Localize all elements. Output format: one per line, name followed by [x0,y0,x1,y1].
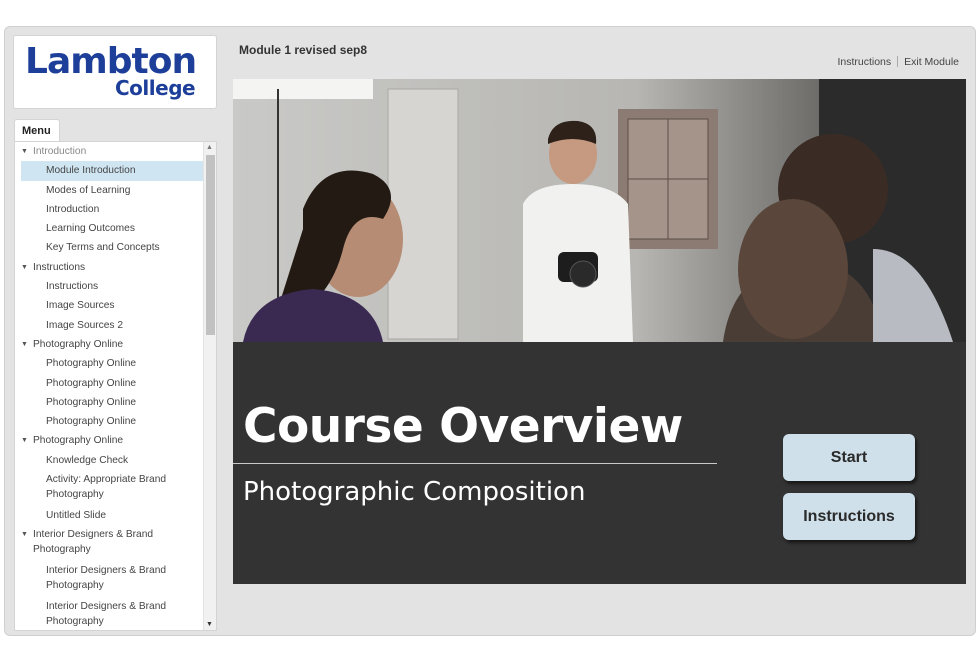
caret-down-icon[interactable]: ▼ [21,142,28,161]
menu-item-label: Photography Online [33,435,124,447]
slide-subtitle: Photographic Composition [243,477,586,507]
menu-item-label: Photography [33,544,91,556]
menu-item-label: Photography [46,580,104,592]
menu-item-label: Photography Online [33,338,124,350]
menu-item-label: Interior Designers & Brand [46,601,167,613]
menu-item[interactable]: Photography [15,614,203,630]
menu-item-label: Modes of Learning [46,184,131,196]
menu-tab[interactable]: Menu [14,119,60,141]
menu-item-label: Interior Designers & Brand [46,565,167,577]
menu-item[interactable]: Untitled Slide [15,506,203,525]
title-divider [233,463,717,464]
exit-module-link[interactable]: Exit Module [904,56,959,68]
menu-item-label: Photography Online [46,416,137,428]
college-logo: Lambton College [13,35,217,109]
menu-item-label: Photography [46,616,104,628]
menu-item-label: Instructions [33,261,86,273]
menu-item-label: Instructions [46,281,99,293]
menu-item-label: Image Sources [46,300,115,312]
menu-item-label: Module Introduction [46,165,136,177]
menu-item[interactable]: Activity: Appropriate Brand [15,470,203,487]
logo-line-2: College [115,76,196,100]
studio-photo-illustration [233,79,966,342]
scrollbar-thumb[interactable] [206,155,215,335]
menu-section[interactable]: ▼ Interior Designers & Brand [15,525,203,542]
menu-item-label: Learning Outcomes [46,223,135,235]
menu-item[interactable]: Knowledge Check [15,451,203,470]
menu-scrollbar[interactable]: ▲ ▼ [203,142,216,630]
course-player-frame: Lambton College Menu ▼ Introduction Module… [4,26,976,636]
menu-item-label: Photography [46,489,104,501]
menu-item-label: Key Terms and Concepts [46,242,160,254]
menu-list: ▼ Introduction Module Introduction Modes of… [15,142,203,630]
menu-item[interactable]: Photography Online [15,374,203,393]
menu-item[interactable]: Photography [15,578,203,597]
menu-item[interactable]: Photography Online [15,412,203,431]
menu-item[interactable]: Interior Designers & Brand [15,561,203,578]
instructions-link[interactable]: Instructions [837,56,891,68]
menu-item[interactable]: Learning Outcomes [15,219,203,238]
menu-section[interactable]: ▼ Photography Online [15,335,203,354]
menu-item[interactable]: Photography [15,542,203,561]
instructions-button[interactable]: Instructions [783,493,915,540]
menu-section[interactable]: ▼ Photography Online [15,431,203,450]
caret-down-icon[interactable]: ▼ [21,258,28,277]
menu-item-label: Image Sources 2 [46,319,124,331]
menu-item-label: Photography Online [46,358,137,370]
menu-item-label: Untitled Slide [46,510,107,522]
logo-line-1: Lambton [25,41,197,82]
menu-item[interactable]: Instructions [15,277,203,296]
menu-item[interactable]: Image Sources [15,296,203,315]
menu-item[interactable]: Interior Designers & Brand [15,597,203,614]
module-title: Module 1 revised sep8 [239,43,368,57]
start-button[interactable]: Start [783,434,915,481]
slide-canvas: Course Overview Photographic Composition… [233,79,966,584]
menu-item[interactable]: Photography [15,487,203,506]
menu-section[interactable]: ▼ Introduction [15,142,203,161]
menu-item-label: Knowledge Check [46,454,129,466]
menu-item[interactable]: Module Introduction [21,161,203,181]
menu-item-label: Introduction [33,146,87,157]
sidebar: Lambton College Menu ▼ Introduction Module… [11,33,223,631]
menu-panel: ▼ Introduction Module Introduction Modes of… [14,141,217,631]
top-links: Instructions Exit Module [837,56,959,68]
scroll-down-arrow-icon[interactable]: ▼ [206,621,213,628]
menu-item[interactable]: Modes of Learning [15,181,203,200]
menu-item-label: Interior Designers & Brand [33,529,154,541]
caret-down-icon[interactable]: ▼ [21,335,28,354]
menu-item-label: Introduction [46,203,100,215]
slide-title: Course Overview [243,399,683,454]
menu-item[interactable]: Photography Online [15,393,203,412]
scroll-up-arrow-icon[interactable]: ▲ [206,144,213,151]
menu-item-label: Activity: Appropriate Brand [46,474,167,486]
photographer-studio-image [233,79,966,342]
caret-down-icon[interactable]: ▼ [21,431,28,450]
menu-item[interactable]: Introduction [15,200,203,219]
link-divider [897,56,899,67]
menu-item[interactable]: Image Sources 2 [15,316,203,335]
menu-section[interactable]: ▼ Instructions [15,258,203,277]
menu-item[interactable]: Photography Online [15,354,203,373]
menu-item-label: Photography Online [46,377,137,389]
menu-item-label: Photography Online [46,396,137,408]
menu-item[interactable]: Key Terms and Concepts [15,238,203,257]
